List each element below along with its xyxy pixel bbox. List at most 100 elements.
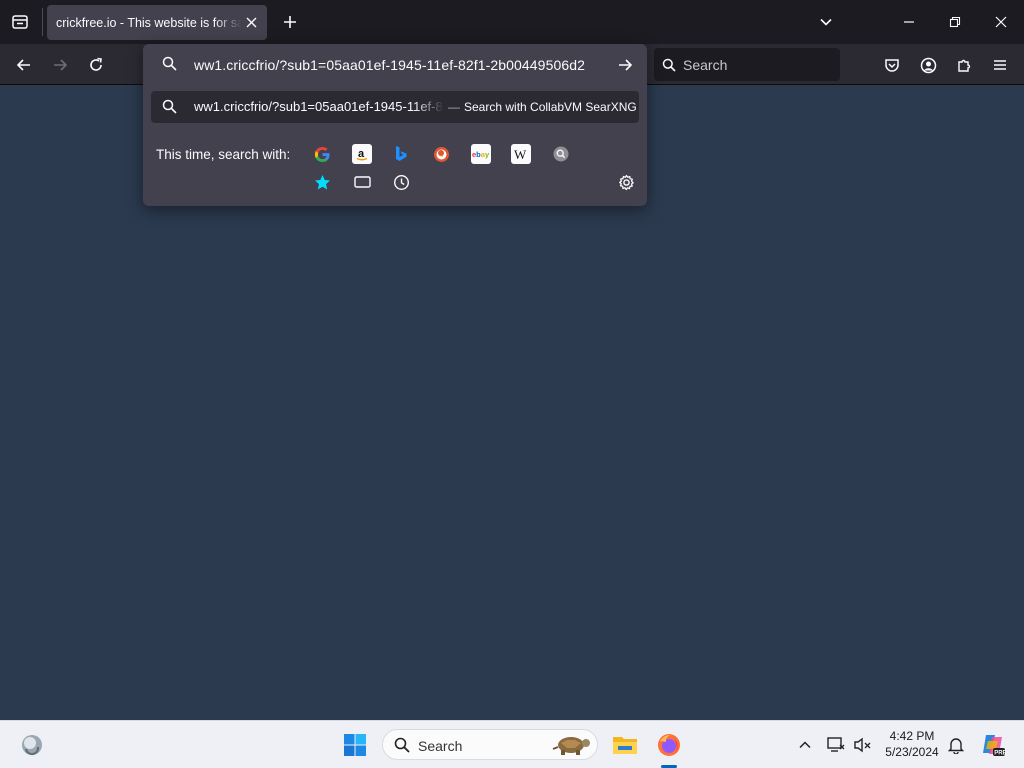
plus-icon xyxy=(284,16,296,28)
search-settings-button[interactable] xyxy=(616,172,636,192)
search-bar[interactable]: Search xyxy=(654,48,840,81)
ebay-icon: ebay xyxy=(472,150,490,159)
taskbar-search[interactable]: Search xyxy=(382,729,598,760)
windows-logo-icon xyxy=(344,734,366,756)
firefox-view-button[interactable] xyxy=(6,8,34,36)
notifications-button[interactable] xyxy=(946,735,966,755)
system-clock[interactable]: 4:42 PM 5/23/2024 xyxy=(876,728,948,760)
folder-icon xyxy=(613,737,637,754)
firefox-icon xyxy=(658,734,680,756)
arrow-right-icon xyxy=(619,59,633,71)
history-icon xyxy=(393,174,409,190)
account-icon xyxy=(920,57,936,73)
tab-bar: crickfree.io - This website is for sale!… xyxy=(0,0,1024,44)
arrow-right-icon xyxy=(54,59,68,71)
list-all-tabs-button[interactable] xyxy=(812,8,840,36)
urlbar-popup: ww1.criccfrio/?sub1=05aa01ef-1945-11ef-8… xyxy=(143,44,647,206)
windows-taskbar: Search 4:42 PM 5/23/2024 PRE xyxy=(0,720,1024,768)
weather-widget-icon xyxy=(22,735,42,756)
account-button[interactable] xyxy=(913,50,943,80)
searxng-icon xyxy=(553,146,569,162)
start-button[interactable] xyxy=(343,733,367,757)
tab-separator xyxy=(42,8,43,36)
bell-icon xyxy=(948,738,964,754)
wikipedia-icon: W xyxy=(514,147,527,161)
file-explorer-button[interactable] xyxy=(612,733,638,757)
suggestion-action-label: Search with CollabVM SearXNG xyxy=(464,100,637,114)
copilot-button[interactable]: PRE xyxy=(980,732,1006,758)
close-window-button[interactable] xyxy=(987,8,1015,36)
gear-icon xyxy=(618,174,634,190)
urlbar-text: ww1.criccfrio/?sub1=05aa01ef-1945-11ef-8… xyxy=(194,57,586,73)
arrow-left-icon xyxy=(16,59,30,71)
amazon-icon: a xyxy=(356,148,368,161)
tabs-mode-button[interactable] xyxy=(352,172,372,192)
taskbar-search-placeholder: Search xyxy=(418,738,463,754)
clock-time: 4:42 PM xyxy=(889,729,935,743)
chevron-down-icon xyxy=(820,18,832,26)
svg-text:ebay: ebay xyxy=(472,150,490,159)
search-icon xyxy=(662,58,676,72)
tab-title: crickfree.io - This website is for sale!… xyxy=(56,15,242,30)
extensions-button[interactable] xyxy=(949,50,979,80)
active-tab[interactable]: crickfree.io - This website is for sale!… xyxy=(47,5,267,40)
svg-text:W: W xyxy=(514,147,527,161)
go-button[interactable] xyxy=(615,55,635,75)
searxng-engine-button[interactable] xyxy=(551,144,571,164)
urlbar-input[interactable]: ww1.criccfrio/?sub1=05aa01ef-1945-11ef-8… xyxy=(143,44,647,86)
search-icon xyxy=(162,56,177,71)
minimize-icon xyxy=(904,21,914,23)
bing-engine-button[interactable] xyxy=(391,144,411,164)
search-icon xyxy=(162,99,177,114)
show-hidden-icons-button[interactable] xyxy=(796,736,814,754)
one-off-search-label: This time, search with: xyxy=(156,147,291,162)
suggestion-text: ww1.criccfrio/?sub1=05aa01ef-1945-11ef-8… xyxy=(194,99,444,114)
amazon-engine-button[interactable]: a xyxy=(352,144,372,164)
close-icon xyxy=(995,16,1007,28)
network-status-button[interactable] xyxy=(826,735,846,755)
pocket-button[interactable] xyxy=(877,50,907,80)
forward-button[interactable] xyxy=(45,50,75,80)
svg-text:PRE: PRE xyxy=(994,751,1006,757)
tab-close-button[interactable] xyxy=(243,14,259,30)
network-icon xyxy=(827,737,845,752)
pocket-icon xyxy=(885,59,899,72)
duckduckgo-icon xyxy=(433,146,449,162)
speaker-muted-icon xyxy=(854,737,871,753)
search-bar-placeholder: Search xyxy=(683,56,728,73)
history-mode-button[interactable] xyxy=(391,172,411,192)
restore-icon xyxy=(949,16,961,28)
suggestion-separator: — xyxy=(448,100,460,114)
wikipedia-engine-button[interactable]: W xyxy=(511,144,531,164)
minimize-button[interactable] xyxy=(895,8,923,36)
search-suggestion-row[interactable]: ww1.criccfrio/?sub1=05aa01ef-1945-11ef-8… xyxy=(151,91,639,123)
chevron-up-icon xyxy=(799,741,811,749)
back-button[interactable] xyxy=(9,50,39,80)
google-engine-button[interactable] xyxy=(312,144,332,164)
svg-text:a: a xyxy=(358,148,365,160)
clock-date: 5/23/2024 xyxy=(885,745,939,759)
firefox-view-icon xyxy=(12,15,28,29)
firefox-taskbar-button[interactable] xyxy=(655,732,683,758)
bookmarks-mode-button[interactable] xyxy=(312,172,332,192)
google-icon xyxy=(314,146,330,162)
puzzle-icon xyxy=(958,59,971,72)
bing-icon xyxy=(396,146,407,161)
suggestion-action: — Search with CollabVM SearXNG xyxy=(448,100,637,114)
reload-button[interactable] xyxy=(81,50,111,80)
copilot-icon: PRE xyxy=(983,735,1006,757)
app-menu-button[interactable] xyxy=(985,50,1015,80)
volume-button[interactable] xyxy=(853,735,873,755)
reload-icon xyxy=(90,57,102,71)
new-tab-button[interactable] xyxy=(278,10,302,34)
search-icon xyxy=(394,737,410,753)
hamburger-menu-icon xyxy=(994,60,1006,70)
ebay-engine-button[interactable]: ebay xyxy=(471,144,491,164)
duckduckgo-engine-button[interactable] xyxy=(431,144,451,164)
close-icon xyxy=(246,17,256,27)
turtle-icon xyxy=(552,737,590,755)
restore-button[interactable] xyxy=(941,8,969,36)
widgets-button[interactable] xyxy=(20,733,44,757)
bookmarks-icon xyxy=(314,174,330,189)
tabs-icon xyxy=(353,176,371,188)
